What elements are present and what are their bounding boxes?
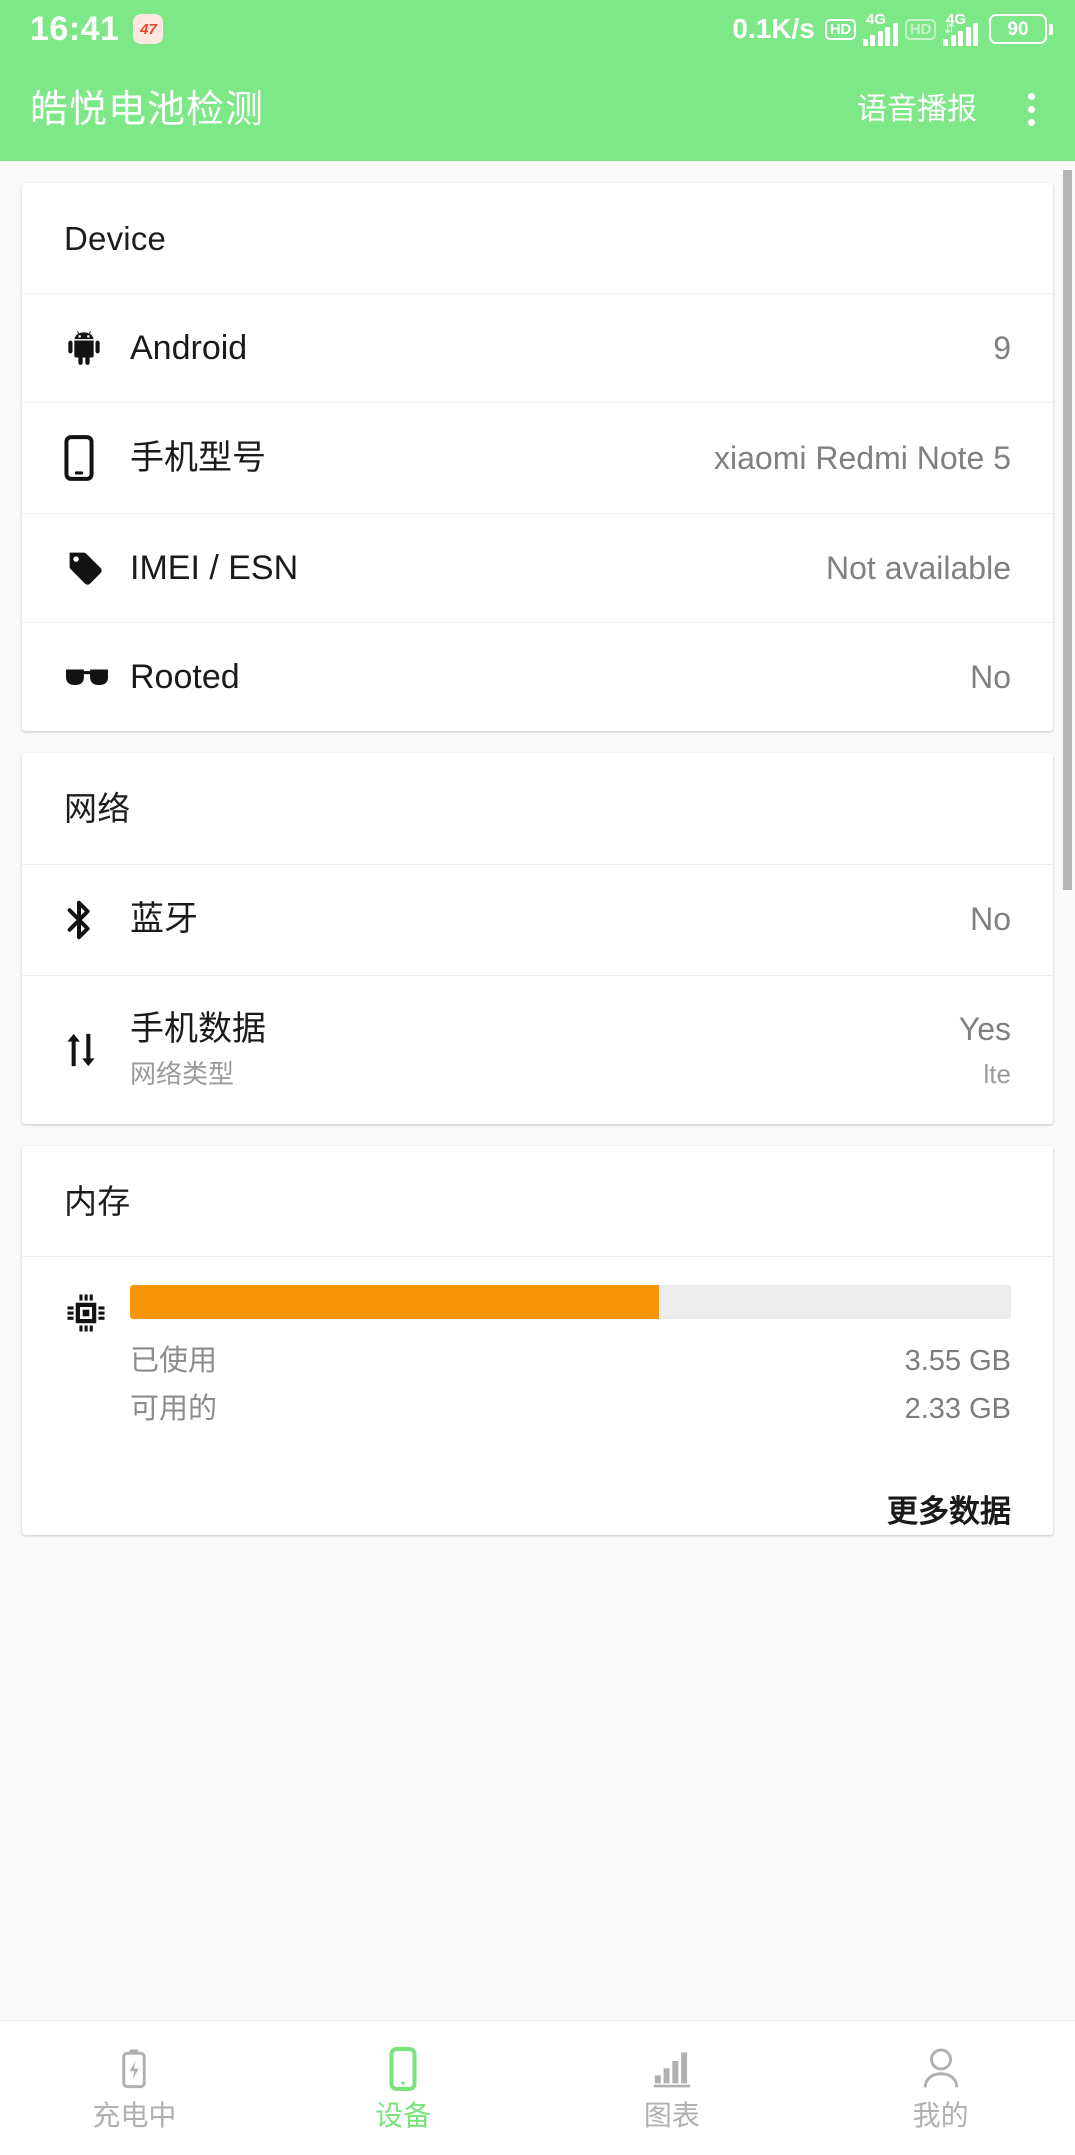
row-label: Rooted — [130, 658, 240, 697]
signal-sim1-icon: 4G — [862, 11, 898, 46]
battery-charging-icon — [119, 2046, 149, 2092]
row-label: 蓝牙 — [130, 900, 198, 939]
glasses-icon — [64, 664, 130, 690]
row-label: 手机型号 — [130, 439, 266, 478]
memory-used-line: 已使用 3.55 GB — [130, 1337, 1011, 1379]
signal-sim2-icon: 4G ⇵ — [943, 12, 978, 46]
battery-status-icon: 90 — [989, 14, 1053, 44]
more-data-button[interactable]: 更多数据 — [22, 1451, 1053, 1535]
card-network: 网络 蓝牙 No 手机数据 Yes 网络类型 lte — [22, 753, 1053, 1124]
android-icon — [64, 326, 130, 370]
row-mobile-data-subline: 网络类型 lte — [130, 1058, 1011, 1092]
network-type-sim1-label: 4G — [865, 11, 886, 28]
card-network-header: 网络 — [22, 753, 1053, 865]
row-value: Not available — [826, 550, 1011, 587]
row-bluetooth[interactable]: 蓝牙 No — [22, 865, 1053, 976]
notification-badge-icon: 47 — [133, 14, 164, 44]
card-memory: 内存 已使用 3.55 GB 可用的 2.33 GB 更多数据 — [22, 1145, 1053, 1536]
device-phone-icon — [387, 2046, 419, 2092]
memory-progress-fill — [130, 1285, 659, 1320]
row-imei-body: IMEI / ESN Not available — [130, 547, 1011, 590]
scroll-content[interactable]: Device Android 9 手机型号 xiaomi Redmi Note … — [0, 161, 1075, 2021]
row-imei-esn[interactable]: IMEI / ESN Not available — [22, 514, 1053, 624]
card-memory-header: 内存 — [22, 1146, 1053, 1258]
row-memory-usage[interactable]: 已使用 3.55 GB 可用的 2.33 GB — [22, 1257, 1053, 1451]
row-phone-model-body: 手机型号 xiaomi Redmi Note 5 — [130, 437, 1011, 480]
vertical-scrollbar[interactable] — [1063, 170, 1072, 890]
nav-item-device[interactable]: 设备 — [269, 2021, 538, 2155]
nav-item-charging[interactable]: 充电中 — [0, 2021, 269, 2155]
hd-badge-sim2-icon: HD — [904, 18, 936, 40]
nav-label: 充电中 — [92, 2100, 177, 2131]
row-value: No — [970, 901, 1011, 938]
row-phone-model[interactable]: 手机型号 xiaomi Redmi Note 5 — [22, 403, 1053, 515]
data-activity-arrows-icon: ⇵ — [944, 21, 955, 36]
phone-icon — [64, 435, 130, 482]
battery-level-text: 90 — [1007, 18, 1029, 40]
memory-free-value: 2.33 GB — [904, 1393, 1011, 1426]
row-value: No — [970, 659, 1011, 696]
data-transfer-icon — [64, 1028, 130, 1072]
row-subvalue: lte — [983, 1059, 1011, 1090]
row-mobile-data-body: 手机数据 Yes 网络类型 lte — [130, 1008, 1011, 1092]
nav-label: 图表 — [643, 2100, 700, 2131]
row-label: 手机数据 — [130, 1009, 266, 1048]
row-bluetooth-body: 蓝牙 No — [130, 898, 1011, 941]
bluetooth-icon — [64, 897, 130, 943]
bottom-navigation-bar: 充电中 设备 图表 我的 — [0, 2020, 1075, 2155]
status-bar-right: 0.1K/s HD 4G HD 4G ⇵ 90 — [732, 12, 1053, 46]
row-sublabel: 网络类型 — [130, 1059, 235, 1090]
person-icon — [920, 2046, 962, 2092]
page-title: 皓悦电池检测 — [30, 88, 265, 131]
network-speed-text: 0.1K/s — [732, 13, 815, 44]
row-rooted-body: Rooted No — [130, 656, 1011, 699]
row-mobile-data[interactable]: 手机数据 Yes 网络类型 lte — [22, 976, 1053, 1124]
row-value: xiaomi Redmi Note 5 — [714, 440, 1011, 477]
status-clock: 16:41 — [30, 10, 120, 48]
row-android-body: Android 9 — [130, 327, 1011, 370]
bar-chart-icon — [651, 2046, 693, 2092]
card-device-header: Device — [22, 183, 1053, 295]
row-android-version[interactable]: Android 9 — [22, 294, 1053, 404]
nav-label: 设备 — [375, 2100, 432, 2131]
nav-item-profile[interactable]: 我的 — [806, 2021, 1075, 2155]
row-value: Yes — [958, 1010, 1011, 1047]
status-bar-left: 16:41 47 — [30, 10, 164, 48]
chip-icon — [64, 1285, 130, 1340]
app-bar: 皓悦电池检测 语音播报 — [0, 58, 1075, 161]
memory-free-label: 可用的 — [130, 1393, 218, 1426]
voice-broadcast-button[interactable]: 语音播报 — [857, 94, 977, 125]
overflow-menu-icon[interactable] — [1011, 84, 1051, 136]
status-bar: 16:41 47 0.1K/s HD 4G HD 4G ⇵ 90 — [0, 0, 1075, 58]
row-value: 9 — [993, 330, 1011, 367]
row-label: IMEI / ESN — [130, 549, 299, 588]
memory-used-value: 3.55 GB — [904, 1345, 1011, 1378]
tag-icon — [64, 547, 130, 589]
memory-used-label: 已使用 — [130, 1345, 218, 1378]
row-rooted[interactable]: Rooted No — [22, 623, 1053, 731]
memory-free-line: 可用的 2.33 GB — [130, 1385, 1011, 1427]
row-label: Android — [130, 329, 248, 368]
memory-usage-body: 已使用 3.55 GB 可用的 2.33 GB — [130, 1285, 1011, 1427]
card-device: Device Android 9 手机型号 xiaomi Redmi Note … — [22, 183, 1053, 732]
nav-label: 我的 — [912, 2100, 969, 2131]
hd-badge-sim1-icon: HD — [824, 18, 856, 40]
memory-progress-bar — [130, 1285, 1011, 1320]
nav-item-chart[interactable]: 图表 — [538, 2021, 807, 2155]
